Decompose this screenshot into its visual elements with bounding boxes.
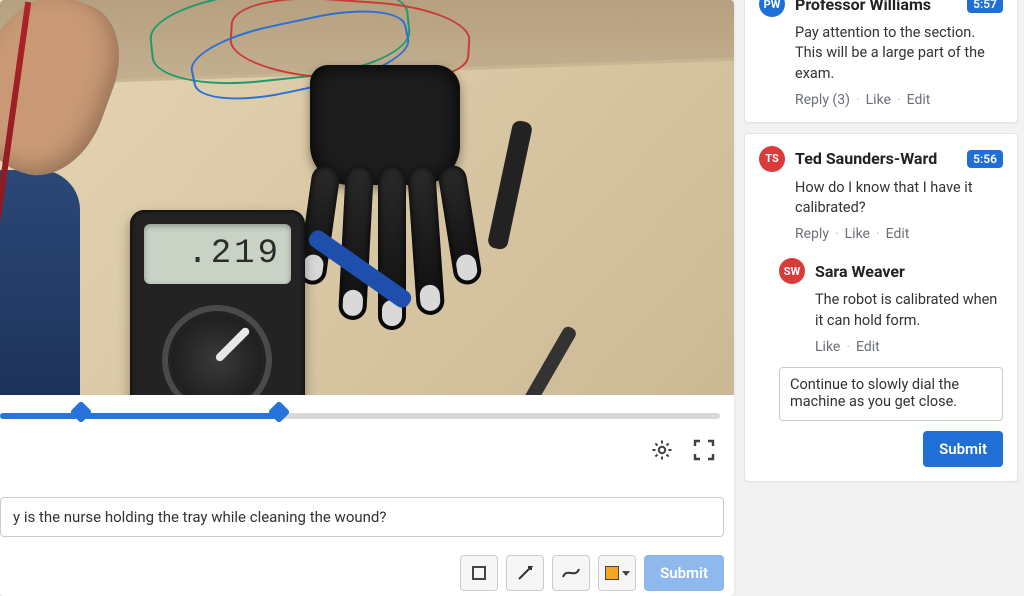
like-link[interactable]: Like <box>866 92 891 108</box>
comment-author: Professor Williams <box>795 0 957 14</box>
avatar: TS <box>759 146 785 172</box>
comment-timestamp[interactable]: 5:56 <box>967 150 1003 168</box>
color-swatch-icon <box>605 566 619 580</box>
like-link[interactable]: Like <box>815 339 840 355</box>
edit-link[interactable]: Edit <box>856 339 880 355</box>
comment-body: How do I know that I have it calibrated? <box>795 178 1003 219</box>
progress-marker[interactable] <box>268 401 291 424</box>
multimeter: .219 <box>130 210 305 395</box>
comment-author: Ted Saunders-Ward <box>795 149 957 168</box>
multimeter-reading: .219 <box>144 224 291 284</box>
avatar: PW <box>759 0 785 17</box>
gear-icon[interactable] <box>650 438 674 462</box>
video-player[interactable]: .219 <box>0 0 734 395</box>
comment-reply: SW Sara Weaver The robot is calibrated w… <box>779 254 1003 355</box>
tool-curve-button[interactable] <box>552 555 590 591</box>
like-link[interactable]: Like <box>845 226 870 242</box>
video-controls <box>0 429 734 470</box>
reply-link[interactable]: Reply (3) <box>795 92 850 108</box>
main-panel: .219 Su <box>0 0 734 596</box>
comment-actions: Reply·Like·Edit <box>795 226 1003 242</box>
question-row <box>0 497 724 537</box>
comment-actions: Reply (3)·Like·Edit <box>795 92 1003 108</box>
edit-link[interactable]: Edit <box>886 226 910 242</box>
reply-submit-button[interactable]: Submit <box>923 431 1003 467</box>
question-submit-button[interactable]: Submit <box>644 555 724 591</box>
video-progress[interactable] <box>0 395 734 429</box>
reply-link[interactable]: Reply <box>795 226 829 242</box>
progress-marker[interactable] <box>69 401 92 424</box>
comment-body: Pay attention to the section. This will … <box>795 23 1003 84</box>
tool-pointer-button[interactable] <box>506 555 544 591</box>
edit-link[interactable]: Edit <box>907 92 931 108</box>
comment-author: Sara Weaver <box>815 262 1003 281</box>
comment-card: TS Ted Saunders-Ward 5:56 How do I know … <box>744 133 1018 482</box>
comment-body: The robot is calibrated when it can hold… <box>815 290 1003 331</box>
tool-color-button[interactable] <box>598 555 636 591</box>
comment-timestamp[interactable]: 5:57 <box>967 0 1003 13</box>
comment-actions: Like·Edit <box>815 339 1003 355</box>
tool-square-button[interactable] <box>460 555 498 591</box>
avatar: SW <box>779 258 805 284</box>
comments-sidebar: PW Professor Williams 5:57 Pay attention… <box>734 0 1024 596</box>
comment-card: PW Professor Williams 5:57 Pay attention… <box>744 0 1018 123</box>
question-input[interactable] <box>0 497 724 537</box>
fullscreen-icon[interactable] <box>692 438 716 462</box>
annotation-toolbar: Submit <box>0 551 734 596</box>
reply-input[interactable]: Continue to slowly dial the machine as y… <box>779 367 1003 421</box>
chevron-down-icon <box>622 571 630 576</box>
